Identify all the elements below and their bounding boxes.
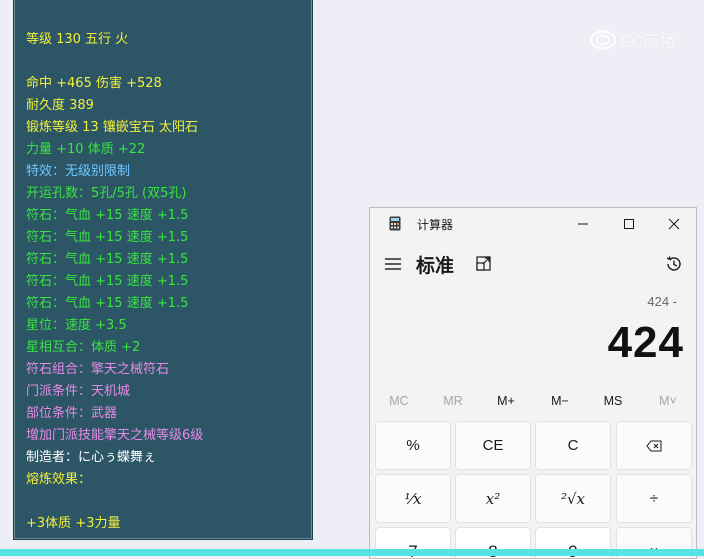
title-bar[interactable]: 计算器: [370, 208, 696, 240]
star-combo-line: 星相互合：体质 +2: [26, 340, 141, 355]
expression-display: 424 -: [647, 294, 677, 309]
clear-button[interactable]: C: [535, 421, 611, 470]
rune-combo-line: 符石组合：擎天之械符石: [26, 362, 170, 377]
backspace-button[interactable]: [616, 421, 692, 470]
rune-line: 符石：气血 +15 速度 +1.5: [26, 208, 189, 223]
memory-list-button[interactable]: M˅: [641, 394, 695, 408]
result-display: 424: [607, 318, 684, 367]
item-stats-line: 力量 +10 体质 +22: [26, 142, 146, 157]
item-durability-line: 耐久度 389: [26, 98, 94, 113]
star-position-line: 星位：速度 +3.5: [26, 318, 127, 333]
rune-line: 符石：气血 +15 速度 +1.5: [26, 274, 189, 289]
bottom-accent-strip: [0, 549, 704, 556]
minimize-button[interactable]: [560, 208, 606, 240]
calculator-app-icon: [389, 216, 401, 231]
memory-subtract-button[interactable]: M−: [533, 394, 587, 408]
rune-line: 符石：气血 +15 速度 +1.5: [26, 252, 189, 267]
rune-line: 符石：气血 +15 速度 +1.5: [26, 296, 189, 311]
square-label: x²: [485, 489, 501, 508]
smelting-effect-line: +3体质 +3力量: [26, 516, 121, 531]
history-icon[interactable]: [664, 254, 684, 274]
sect-requirement-line: 门派条件：天机城: [26, 384, 131, 399]
square-root-label: ²√x: [560, 489, 586, 508]
memory-recall-button[interactable]: MR: [426, 394, 480, 408]
maximize-icon: [624, 219, 634, 229]
skill-bonus-line: 增加门派技能擎天之械等级6级: [26, 428, 204, 443]
cc-logo-icon: [590, 30, 616, 50]
slot-requirement-line: 部位条件：武器: [26, 406, 118, 421]
watermark-text: CC商播: [620, 32, 677, 51]
divide-button[interactable]: ÷: [616, 474, 692, 523]
item-level-line: 等级 130 五行 火: [26, 32, 129, 47]
memory-clear-button[interactable]: MC: [372, 394, 426, 408]
item-hit-damage-line: 命中 +465 伤害 +528: [26, 76, 162, 91]
reciprocal-button[interactable]: ⅟x: [375, 474, 451, 523]
item-forge-line: 锻炼等级 13 镶嵌宝石 太阳石: [26, 120, 198, 135]
maker-line: 制造者：に心ぅ蝶舞ぇ: [26, 450, 157, 465]
keep-on-top-icon[interactable]: [475, 255, 493, 273]
watermark: CC商播: [590, 28, 676, 52]
minimize-icon: [578, 223, 588, 225]
mode-title: 标准: [416, 255, 455, 277]
clear-entry-button[interactable]: CE: [455, 421, 531, 470]
item-effect-line: 特效：无级别限制: [26, 164, 131, 179]
memory-add-button[interactable]: M+: [479, 394, 533, 408]
percent-button[interactable]: %: [375, 421, 451, 470]
item-tooltip-panel: 等级 130 五行 火 命中 +465 伤害 +528 耐久度 389 锻炼等级…: [13, 0, 313, 540]
square-button[interactable]: x²: [455, 474, 531, 523]
close-button[interactable]: [651, 208, 696, 240]
backspace-icon: [646, 440, 662, 451]
rune-line: 符石：气血 +15 速度 +1.5: [26, 230, 189, 245]
square-root-button[interactable]: ²√x: [535, 474, 611, 523]
memory-store-button[interactable]: MS: [586, 394, 640, 408]
close-icon: [668, 218, 680, 230]
maximize-button[interactable]: [606, 208, 652, 240]
menu-hamburger-icon[interactable]: [384, 257, 402, 271]
item-slots-line: 开运孔数：5孔/5孔 (双5孔): [26, 186, 187, 201]
calculator-window: 计算器 标准 424 - 424 MC MR M+ M− MS M˅ % CE …: [369, 207, 697, 559]
smelting-label: 熔炼效果：: [26, 472, 92, 487]
window-title: 计算器: [417, 218, 454, 232]
reciprocal-label: ⅟x: [404, 489, 422, 508]
